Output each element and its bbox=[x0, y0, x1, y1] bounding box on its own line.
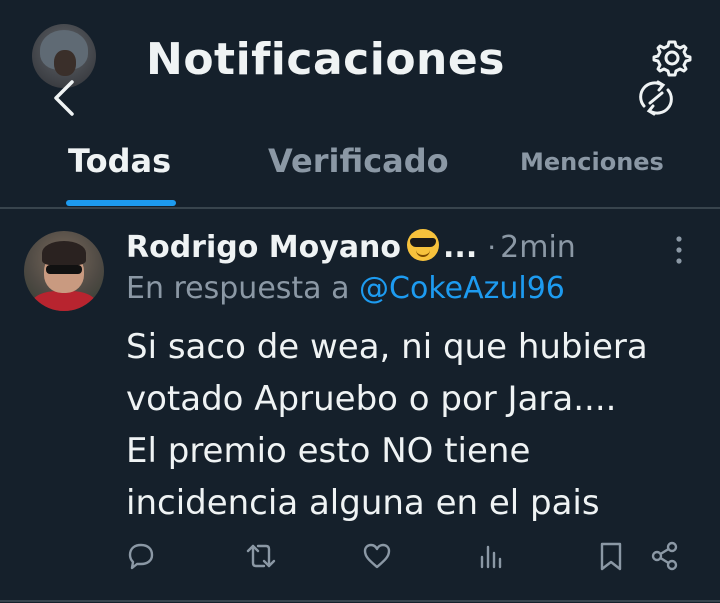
chevron-left-icon[interactable] bbox=[50, 78, 78, 118]
page-title: Notificaciones bbox=[146, 34, 505, 85]
tweet-text: Si saco de wea, ni que hubiera votado Ap… bbox=[126, 321, 696, 529]
tab-verificado[interactable]: Verificado bbox=[268, 142, 449, 180]
views-icon bbox=[480, 545, 502, 569]
avatar-glasses-shape bbox=[46, 265, 82, 274]
app-header: Notificaciones Todas Verificado Mencione… bbox=[0, 0, 720, 208]
tweet-text-line: Si saco de wea, ni que hubiera bbox=[126, 327, 648, 367]
tab-todas[interactable]: Todas bbox=[68, 142, 171, 180]
reply-button[interactable] bbox=[124, 539, 158, 573]
avatar-face-shape bbox=[54, 50, 76, 76]
bookmark-button[interactable] bbox=[594, 539, 628, 573]
name-truncation: ... bbox=[443, 230, 478, 265]
avatar-hair-shape bbox=[42, 241, 86, 265]
reply-mention-link[interactable]: @CokeAzul96 bbox=[359, 271, 565, 306]
tweet-divider bbox=[0, 600, 720, 602]
tweet-text-line: El premio esto NO tiene bbox=[126, 431, 531, 471]
retweet-button[interactable] bbox=[244, 539, 278, 573]
active-tab-indicator bbox=[66, 200, 176, 206]
tweet-timestamp[interactable]: 2min bbox=[500, 230, 576, 265]
notification-tweet[interactable]: Rodrigo Moyano... · 2min En respuesta a @C… bbox=[0, 209, 720, 603]
tab-menciones[interactable]: Menciones bbox=[520, 148, 664, 176]
reply-prefix: En respuesta a bbox=[126, 271, 350, 306]
tweet-text-line: votado Apruebo o por Jara.... bbox=[126, 379, 617, 419]
share-button[interactable] bbox=[648, 539, 682, 573]
like-button[interactable] bbox=[360, 539, 394, 573]
separator-dot: · bbox=[487, 231, 497, 264]
author-avatar[interactable] bbox=[24, 231, 104, 311]
tweet-actions bbox=[0, 539, 720, 579]
sunglasses-emoji-icon bbox=[407, 229, 440, 261]
retweet-icon bbox=[246, 544, 276, 568]
reply-icon bbox=[128, 543, 154, 570]
reply-context: En respuesta a @CokeAzul96 bbox=[126, 271, 565, 306]
swap-icon[interactable] bbox=[634, 78, 678, 118]
heart-icon bbox=[363, 543, 391, 569]
author-name[interactable]: Rodrigo Moyano bbox=[126, 230, 401, 265]
avatar-shirt-shape bbox=[32, 291, 96, 311]
more-vertical-icon[interactable] bbox=[672, 233, 686, 267]
gear-icon[interactable] bbox=[652, 38, 692, 78]
tweet-text-line: incidencia alguna en el pais bbox=[126, 483, 600, 523]
notification-tabs: Todas Verificado Menciones bbox=[0, 130, 720, 208]
views-button[interactable] bbox=[474, 539, 508, 573]
bookmark-icon bbox=[600, 542, 622, 571]
tweet-header: Rodrigo Moyano... · 2min bbox=[126, 225, 576, 267]
share-icon bbox=[651, 541, 678, 571]
